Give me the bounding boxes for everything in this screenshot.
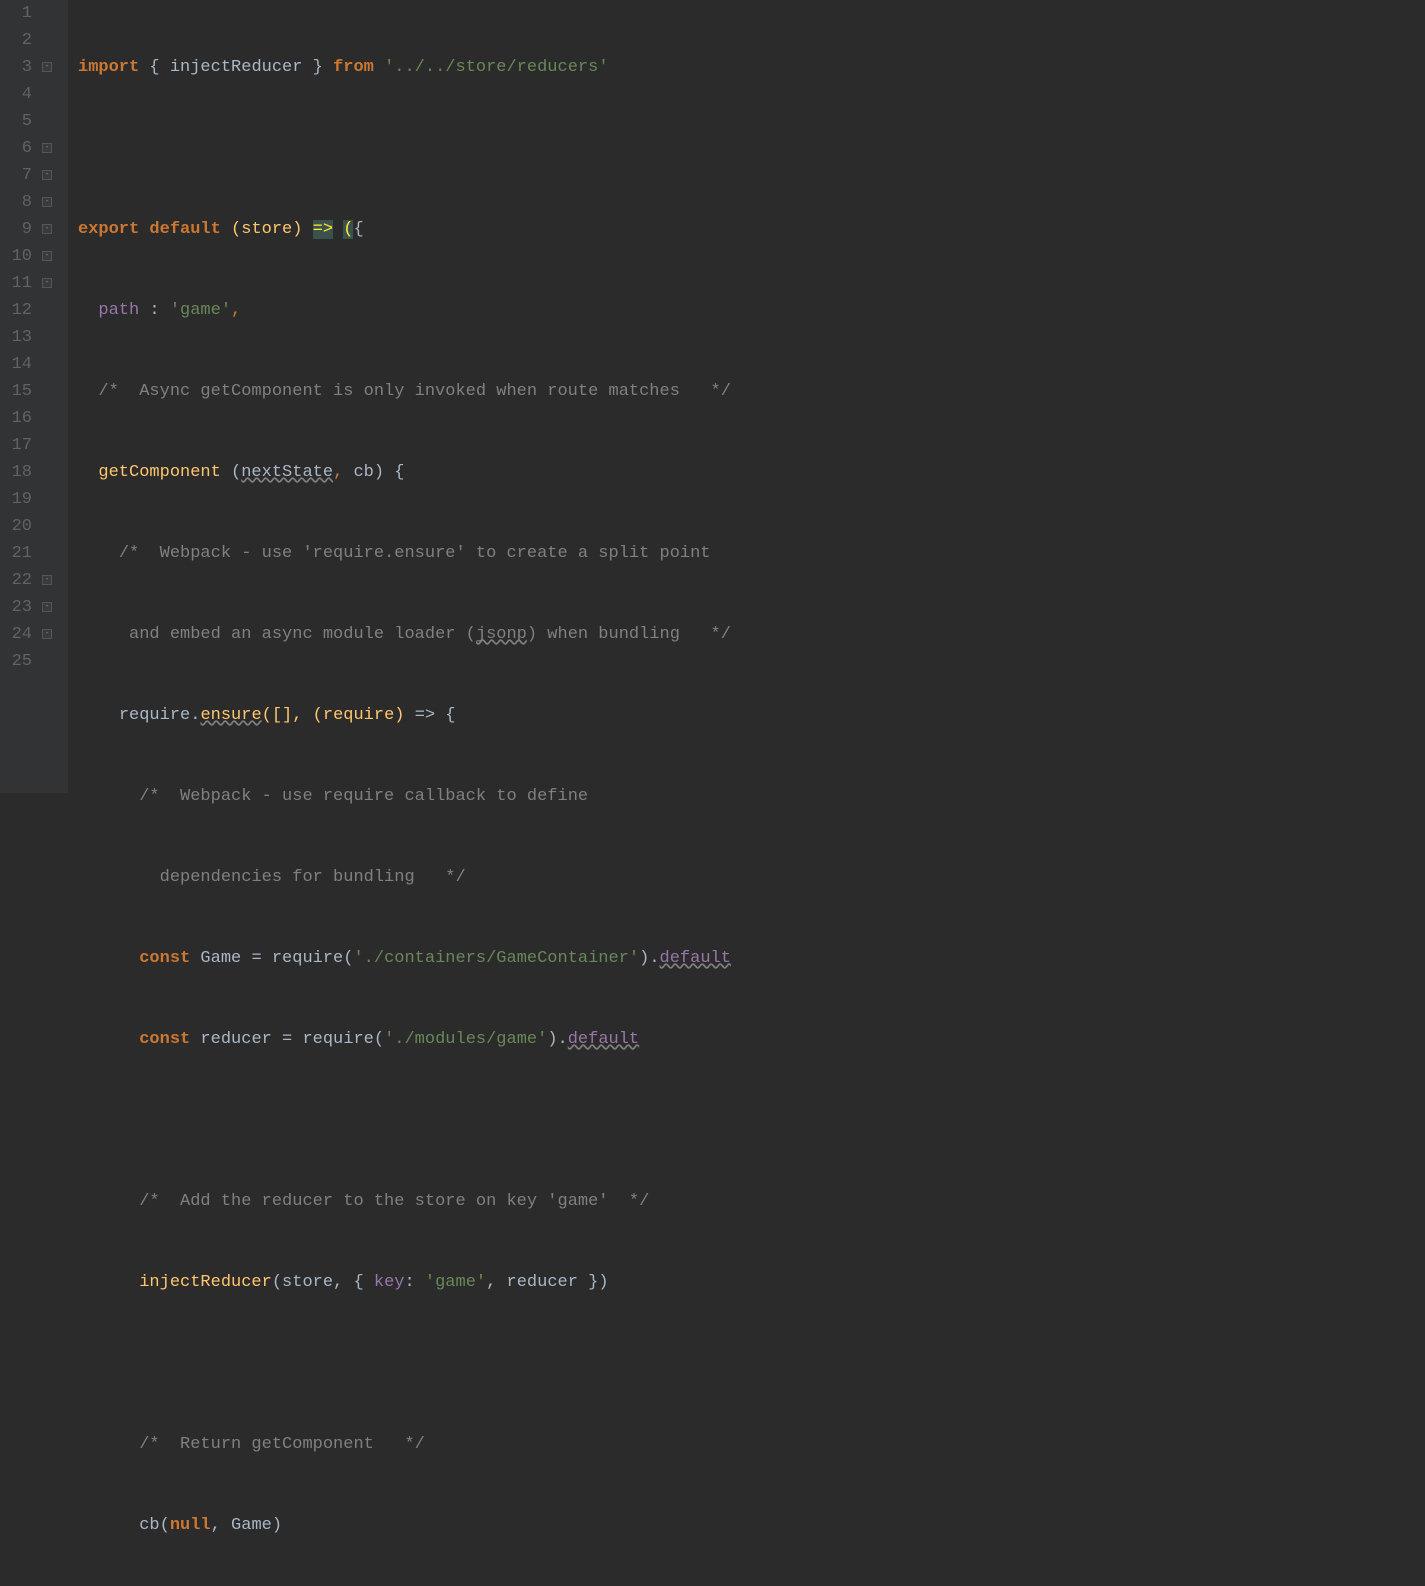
code-line[interactable]: export default (store) => ({ <box>78 216 1425 243</box>
fold-toggle-icon[interactable]: - <box>42 143 52 153</box>
fold-toggle-icon[interactable]: - <box>42 575 52 585</box>
line-number[interactable]: 1 <box>0 0 32 27</box>
code-line[interactable]: /* Webpack - use 'require.ensure' to cre… <box>78 540 1425 567</box>
line-number[interactable]: 22 <box>0 567 32 594</box>
line-number[interactable]: 3 <box>0 54 32 81</box>
line-number[interactable]: 16 <box>0 405 32 432</box>
code-line[interactable]: dependencies for bundling */ <box>78 864 1425 891</box>
code-line[interactable]: /* Return getComponent */ <box>78 1431 1425 1458</box>
fold-toggle-icon[interactable]: - <box>42 278 52 288</box>
line-number-gutter[interactable]: 1 2 3 4 5 6 7 8 9 10 11 12 13 14 15 16 1… <box>0 0 40 793</box>
line-number[interactable]: 14 <box>0 351 32 378</box>
line-number[interactable]: 8 <box>0 189 32 216</box>
code-line[interactable]: injectReducer(store, { key: 'game', redu… <box>78 1269 1425 1296</box>
code-line[interactable]: const reducer = require('./modules/game'… <box>78 1026 1425 1053</box>
code-line[interactable]: const Game = require('./containers/GameC… <box>78 945 1425 972</box>
line-number[interactable]: 11 <box>0 270 32 297</box>
fold-toggle-icon[interactable]: - <box>42 602 52 612</box>
code-line[interactable]: path : 'game', <box>78 297 1425 324</box>
line-number[interactable]: 17 <box>0 432 32 459</box>
line-number[interactable]: 7 <box>0 162 32 189</box>
code-line[interactable]: cb(null, Game) <box>78 1512 1425 1539</box>
code-line[interactable]: /* Async getComponent is only invoked wh… <box>78 378 1425 405</box>
line-number[interactable]: 25 <box>0 648 32 675</box>
fold-toggle-icon[interactable]: - <box>42 62 52 72</box>
fold-toggle-icon[interactable]: - <box>42 197 52 207</box>
fold-toggle-icon[interactable]: - <box>42 224 52 234</box>
line-number[interactable]: 23 <box>0 594 32 621</box>
line-number[interactable]: 13 <box>0 324 32 351</box>
code-content[interactable]: import { injectReducer } from '../../sto… <box>68 0 1425 793</box>
code-line[interactable]: require.ensure([], (require) => { <box>78 702 1425 729</box>
line-number[interactable]: 18 <box>0 459 32 486</box>
code-line[interactable] <box>78 1350 1425 1377</box>
line-number[interactable]: 21 <box>0 540 32 567</box>
line-number[interactable]: 24 <box>0 621 32 648</box>
line-number[interactable]: 10 <box>0 243 32 270</box>
line-number[interactable]: 9 <box>0 216 32 243</box>
code-line[interactable]: and embed an async module loader (jsonp)… <box>78 621 1425 648</box>
fold-gutter[interactable]: - - - - - - - - - - <box>40 0 68 793</box>
line-number[interactable]: 19 <box>0 486 32 513</box>
fold-toggle-icon[interactable]: - <box>42 170 52 180</box>
code-line[interactable]: getComponent (nextState, cb) { <box>78 459 1425 486</box>
code-line[interactable]: /* Webpack - use require callback to def… <box>78 783 1425 810</box>
line-number[interactable]: 5 <box>0 108 32 135</box>
code-line[interactable]: /* Add the reducer to the store on key '… <box>78 1188 1425 1215</box>
code-line[interactable] <box>78 135 1425 162</box>
code-line[interactable]: import { injectReducer } from '../../sto… <box>78 54 1425 81</box>
line-number[interactable]: 6 <box>0 135 32 162</box>
code-line[interactable] <box>78 1107 1425 1134</box>
line-number[interactable]: 4 <box>0 81 32 108</box>
code-editor[interactable]: 1 2 3 4 5 6 7 8 9 10 11 12 13 14 15 16 1… <box>0 0 1425 793</box>
fold-toggle-icon[interactable]: - <box>42 251 52 261</box>
line-number[interactable]: 15 <box>0 378 32 405</box>
fold-toggle-icon[interactable]: - <box>42 629 52 639</box>
line-number[interactable]: 12 <box>0 297 32 324</box>
line-number[interactable]: 20 <box>0 513 32 540</box>
line-number[interactable]: 2 <box>0 27 32 54</box>
